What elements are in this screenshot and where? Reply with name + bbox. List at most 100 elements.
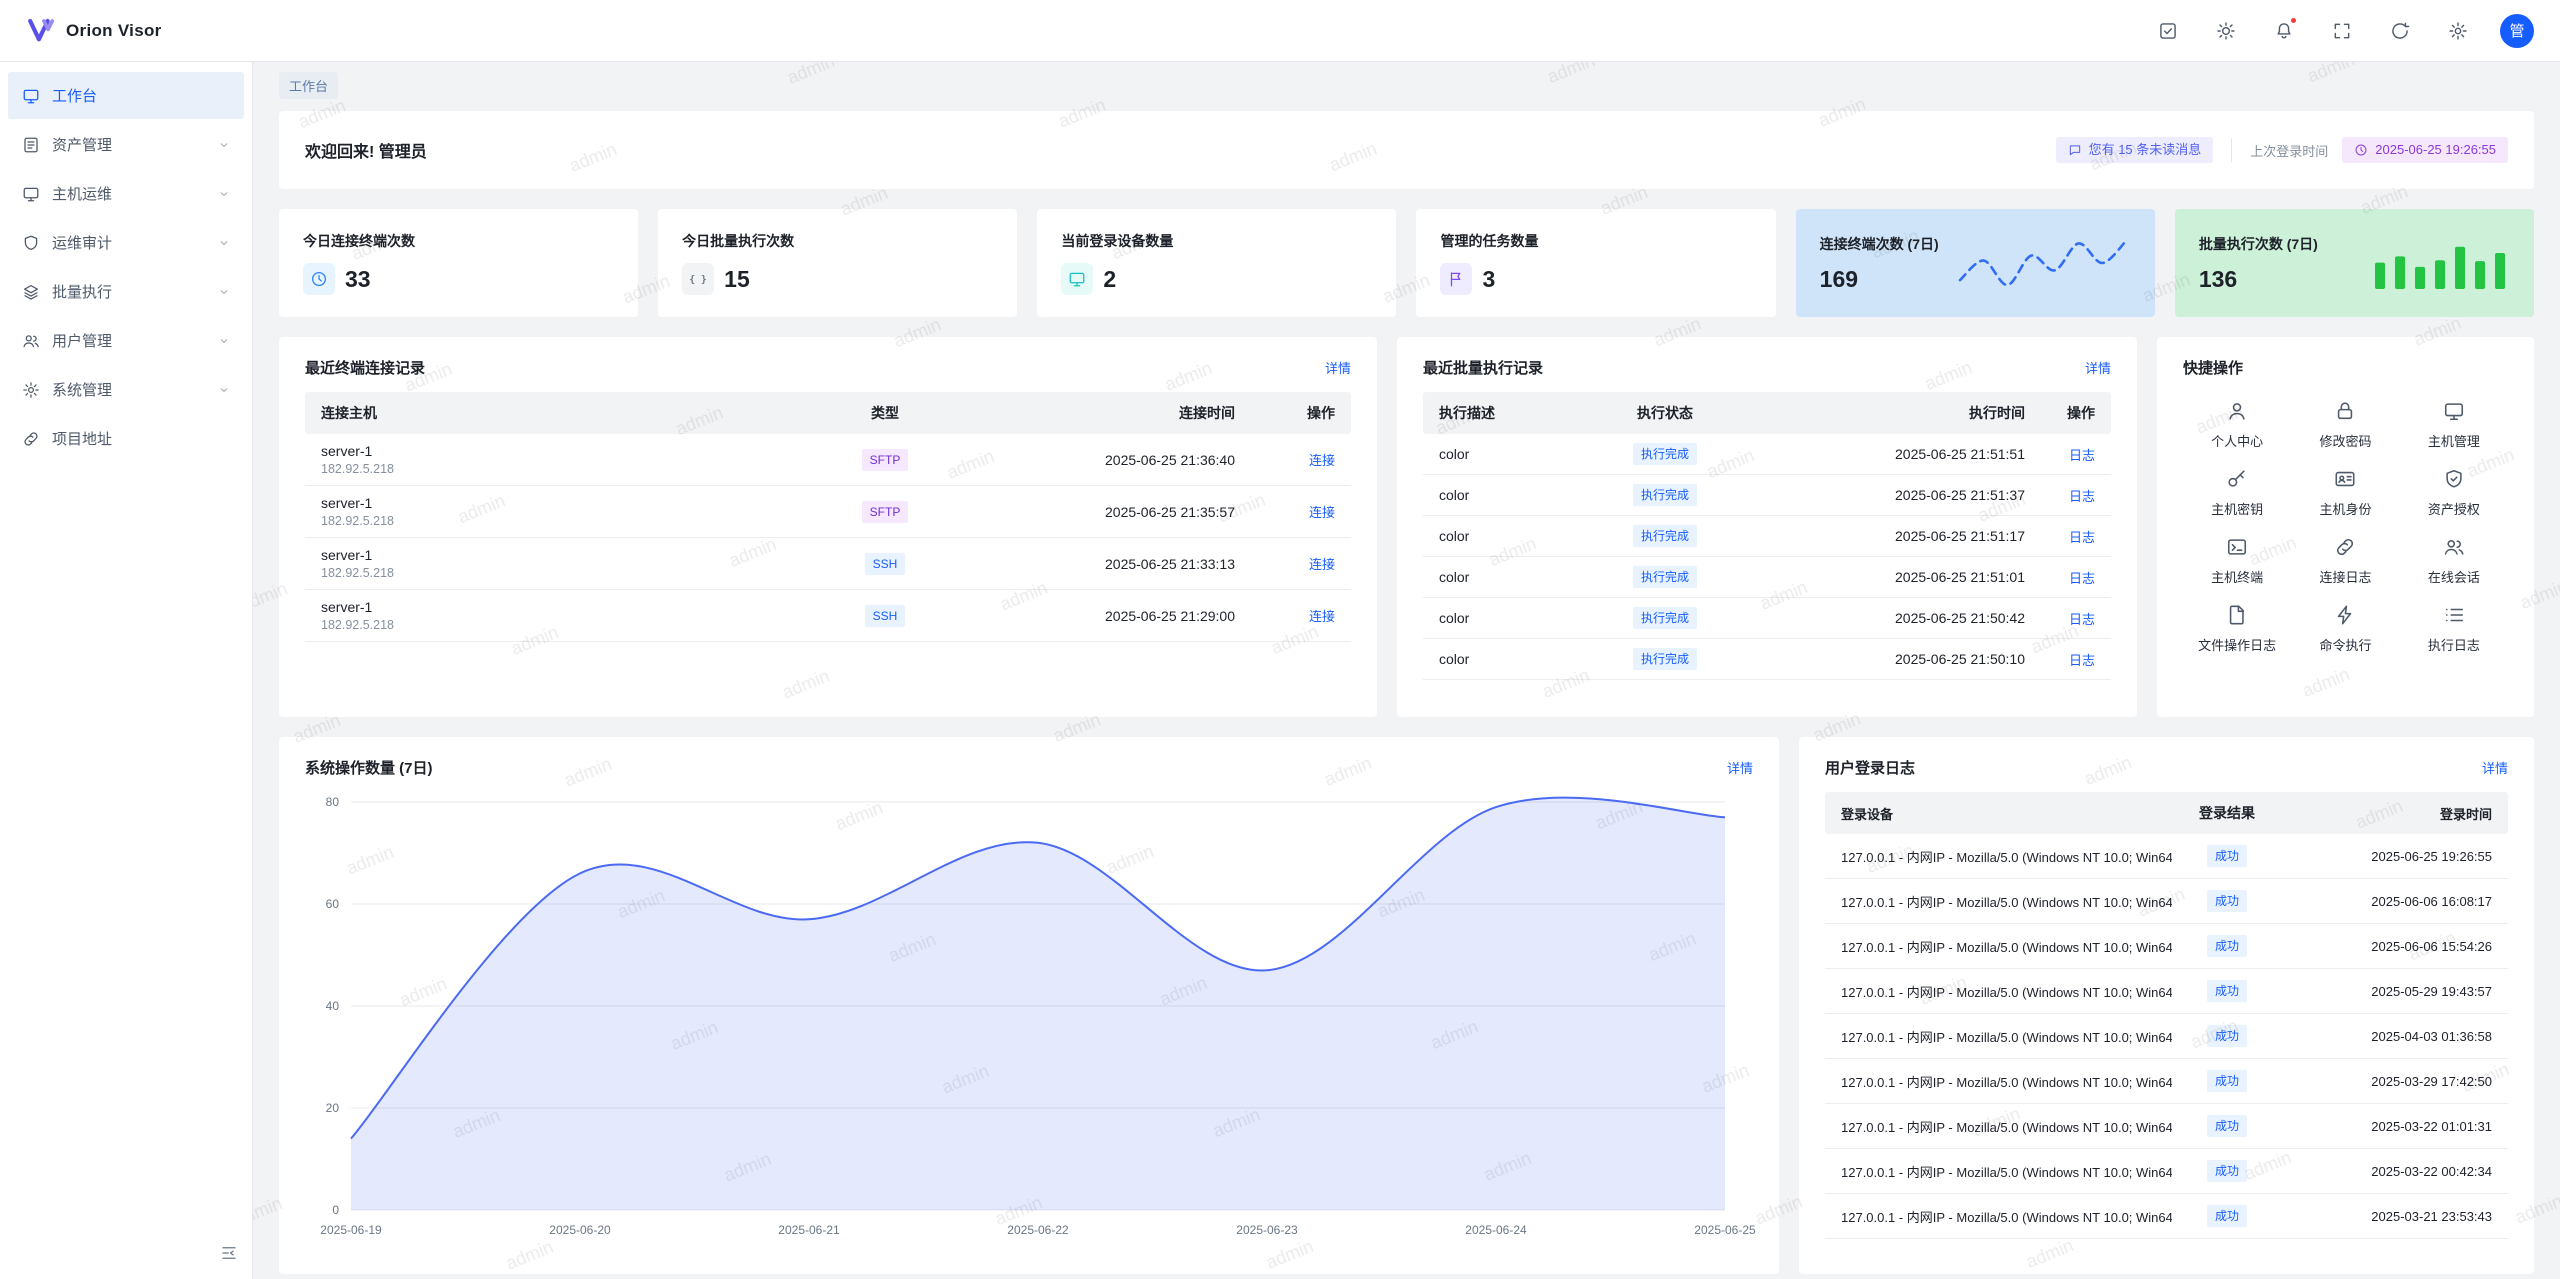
middle-row: 最近终端连接记录 详情 连接主机 类型 连接时间 操作 server-1 182… xyxy=(279,337,2534,717)
svg-text:2025-06-20: 2025-06-20 xyxy=(549,1223,611,1237)
bolt-icon xyxy=(2334,604,2356,626)
tasks-icon[interactable] xyxy=(2152,15,2184,47)
breadcrumb-item[interactable]: 工作台 xyxy=(279,72,338,99)
sidebar-item[interactable]: 批量执行 xyxy=(8,268,244,315)
stat-cards: 今日连接终端次数 33 今日批量执行次数 15 当前登录设备数量 2 xyxy=(279,209,2534,317)
table-row: server-1 182.92.5.218 SFTP 2025-06-25 21… xyxy=(305,434,1351,486)
host-name: server-1 xyxy=(321,599,825,615)
chart-detail-link[interactable]: 详情 xyxy=(1727,758,1753,777)
chevron-down-icon xyxy=(218,384,230,396)
last-login-label: 上次登录时间 xyxy=(2250,141,2328,160)
quick-action[interactable]: 执行日志 xyxy=(2400,604,2508,654)
users-icon xyxy=(22,332,40,350)
quick-action[interactable]: 主机密钥 xyxy=(2183,468,2291,518)
exec-time: 2025-06-25 21:50:42 xyxy=(1745,610,2025,626)
table-body: server-1 182.92.5.218 SFTP 2025-06-25 21… xyxy=(305,434,1351,642)
login-time: 2025-04-03 01:36:58 xyxy=(2282,1029,2492,1044)
sidebar-item[interactable]: 用户管理 xyxy=(8,317,244,364)
log-link[interactable]: 日志 xyxy=(2069,612,2095,627)
quick-action[interactable]: 个人中心 xyxy=(2183,400,2291,450)
exec-status-tag: 执行完成 xyxy=(1633,607,1697,629)
login-result-tag: 成功 xyxy=(2207,1025,2247,1047)
log-link[interactable]: 日志 xyxy=(2069,571,2095,586)
app-logo[interactable]: Orion Visor xyxy=(26,16,162,46)
exec-time: 2025-06-25 21:51:01 xyxy=(1745,569,2025,585)
topbar-actions: 管 xyxy=(2152,14,2534,48)
settings-icon[interactable] xyxy=(2442,15,2474,47)
stat-card: 今日批量执行次数 15 xyxy=(658,209,1017,317)
divider xyxy=(2231,138,2232,162)
breadcrumb: 工作台 xyxy=(279,72,2534,99)
connect-link[interactable]: 连接 xyxy=(1309,609,1335,624)
exec-description: color xyxy=(1439,446,1585,462)
notifications-icon[interactable] xyxy=(2268,15,2300,47)
quick-action[interactable]: 主机管理 xyxy=(2400,400,2508,450)
table-row: 127.0.0.1 - 内网IP - Mozilla/5.0 (Windows … xyxy=(1825,879,2508,924)
sidebar-item[interactable]: 工作台 xyxy=(8,72,244,119)
sidebar-item-label: 系统管理 xyxy=(52,379,206,400)
assets-icon xyxy=(22,136,40,154)
log-link[interactable]: 日志 xyxy=(2069,530,2095,545)
top-header: Orion Visor 管 xyxy=(0,0,2560,62)
login-device: 127.0.0.1 - 内网IP - Mozilla/5.0 (Windows … xyxy=(1841,937,2172,956)
sidebar-item-label: 批量执行 xyxy=(52,281,206,302)
log-link[interactable]: 日志 xyxy=(2069,489,2095,504)
terminal-detail-link[interactable]: 详情 xyxy=(1325,358,1351,377)
sidebar-item[interactable]: 项目地址 xyxy=(8,415,244,462)
table-row: server-1 182.92.5.218 SSH 2025-06-25 21:… xyxy=(305,590,1351,642)
unread-messages-badge[interactable]: 您有 15 条未读消息 xyxy=(2056,137,2214,163)
log-link[interactable]: 日志 xyxy=(2069,448,2095,463)
batch-detail-link[interactable]: 详情 xyxy=(2085,358,2111,377)
system-ops-chart-panel: 系统操作数量 (7日) 详情 0204060802025-06-192025-0… xyxy=(279,737,1779,1274)
quick-action[interactable]: 主机终端 xyxy=(2183,536,2291,586)
connect-link[interactable]: 连接 xyxy=(1309,505,1335,520)
column-header: 连接时间 xyxy=(945,403,1235,423)
connect-link[interactable]: 连接 xyxy=(1309,557,1335,572)
quick-action[interactable]: 命令执行 xyxy=(2291,604,2399,654)
sidebar-item[interactable]: 资产管理 xyxy=(8,121,244,168)
table-row: 127.0.0.1 - 内网IP - Mozilla/5.0 (Windows … xyxy=(1825,969,2508,1014)
quick-action[interactable]: 文件操作日志 xyxy=(2183,604,2291,654)
svg-text:20: 20 xyxy=(326,1101,340,1115)
sidebar-item[interactable]: 系统管理 xyxy=(8,366,244,413)
table-row: 127.0.0.1 - 内网IP - Mozilla/5.0 (Windows … xyxy=(1825,1194,2508,1239)
log-link[interactable]: 日志 xyxy=(2069,653,2095,668)
stat-label: 今日连接终端次数 xyxy=(303,231,415,251)
protocol-tag: SSH xyxy=(865,605,906,627)
connect-link[interactable]: 连接 xyxy=(1309,453,1335,468)
message-icon xyxy=(2068,143,2082,157)
panel-title: 最近终端连接记录 xyxy=(305,357,425,378)
quick-action[interactable]: 修改密码 xyxy=(2291,400,2399,450)
terminal-records-panel: 最近终端连接记录 详情 连接主机 类型 连接时间 操作 server-1 182… xyxy=(279,337,1377,717)
svg-text:60: 60 xyxy=(326,897,340,911)
host-ip: 182.92.5.218 xyxy=(321,618,825,632)
login-device: 127.0.0.1 - 内网IP - Mozilla/5.0 (Windows … xyxy=(1841,892,2172,911)
login-detail-link[interactable]: 详情 xyxy=(2482,758,2508,777)
exec-description: color xyxy=(1439,528,1585,544)
user-avatar[interactable]: 管 xyxy=(2500,14,2534,48)
fullscreen-icon[interactable] xyxy=(2326,15,2358,47)
column-header: 类型 xyxy=(825,403,945,423)
connect-time: 2025-06-25 21:35:57 xyxy=(945,504,1235,520)
table-row: server-1 182.92.5.218 SSH 2025-06-25 21:… xyxy=(305,538,1351,590)
stat-icon xyxy=(682,263,714,295)
refresh-icon[interactable] xyxy=(2384,15,2416,47)
quick-action-label: 个人中心 xyxy=(2211,431,2263,450)
login-time: 2025-03-22 00:42:34 xyxy=(2282,1164,2492,1179)
exec-status-tag: 执行完成 xyxy=(1633,484,1697,506)
collapse-sidebar-icon[interactable] xyxy=(220,1244,238,1265)
sidebar-item[interactable]: 运维审计 xyxy=(8,219,244,266)
quick-action[interactable]: 连接日志 xyxy=(2291,536,2399,586)
table-row: 127.0.0.1 - 内网IP - Mozilla/5.0 (Windows … xyxy=(1825,1014,2508,1059)
host-name: server-1 xyxy=(321,547,825,563)
sidebar: 工作台 资产管理 主机运维 运维审计 批量执行 用户管理 系统管理 项目地址 xyxy=(0,62,253,1279)
theme-icon[interactable] xyxy=(2210,15,2242,47)
stat-value: 136 xyxy=(2199,266,2237,293)
user-icon xyxy=(2226,400,2248,422)
quick-action[interactable]: 主机身份 xyxy=(2291,468,2399,518)
quick-action[interactable]: 在线会话 xyxy=(2400,536,2508,586)
sidebar-item[interactable]: 主机运维 xyxy=(8,170,244,217)
quick-action[interactable]: 资产授权 xyxy=(2400,468,2508,518)
login-device: 127.0.0.1 - 内网IP - Mozilla/5.0 (Windows … xyxy=(1841,847,2172,866)
notification-dot xyxy=(2289,16,2298,25)
